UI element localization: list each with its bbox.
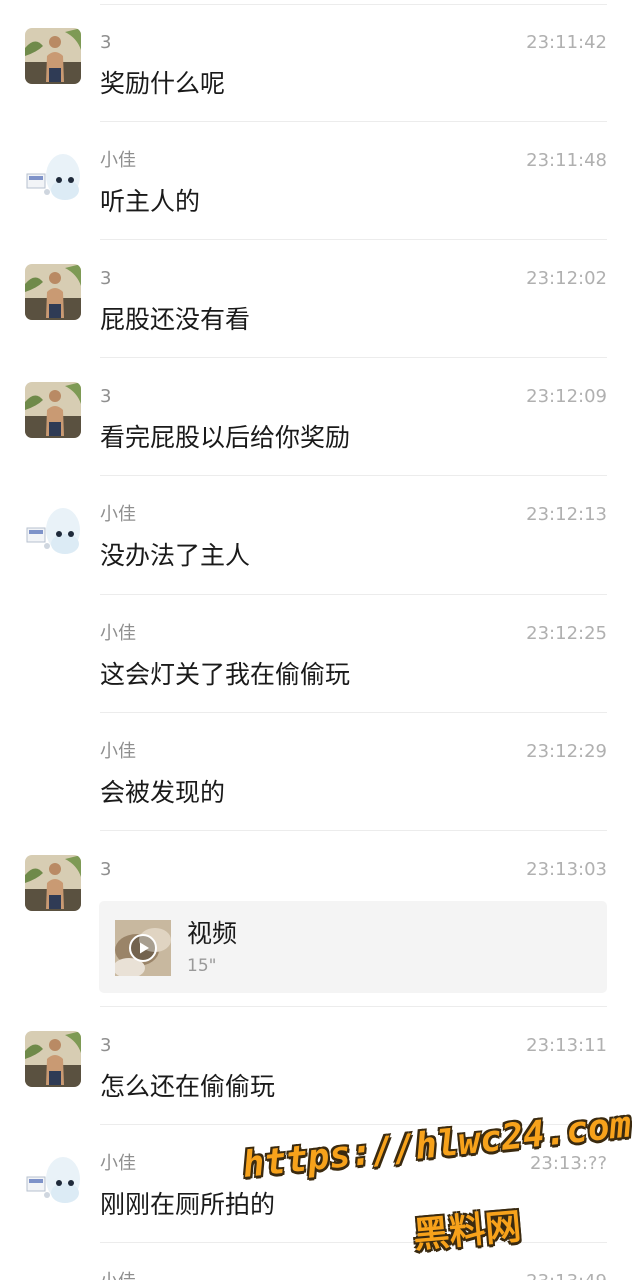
chat-message[interactable]: 3 23:13:03 视频 15"	[0, 831, 632, 1007]
video-message-card[interactable]: 视频 15"	[99, 901, 607, 993]
message-text: 这会灯关了我在偷偷玩	[100, 660, 351, 689]
message-time: 23:13:??	[529, 1153, 607, 1174]
chat-message[interactable]: 3 23:12:02 屁股还没有看	[0, 240, 632, 358]
sender-name: 小佳	[100, 1271, 136, 1280]
chat-message[interactable]: 小佳 23:13:49	[0, 1243, 632, 1280]
video-thumbnail[interactable]	[115, 920, 171, 976]
message-text: 奖励什么呢	[100, 69, 226, 98]
chat-message[interactable]: 小佳 23:12:29 会被发现的	[0, 713, 632, 831]
sender-name: 小佳	[100, 623, 136, 644]
avatar-man[interactable]	[25, 382, 81, 438]
message-time: 23:11:48	[526, 150, 607, 171]
message-time: 23:12:13	[526, 504, 607, 525]
chat-message[interactable]: 小佳 23:12:25 这会灯关了我在偷偷玩	[0, 595, 632, 713]
video-duration: 15"	[187, 956, 217, 976]
play-icon[interactable]	[129, 934, 157, 962]
sender-name: 小佳	[100, 1153, 136, 1174]
sender-name: 3	[100, 1035, 112, 1056]
message-time: 23:13:49	[526, 1271, 607, 1280]
avatar-man[interactable]	[25, 28, 81, 84]
message-text: 屁股还没有看	[100, 305, 251, 334]
avatar-cartoon[interactable]	[25, 146, 81, 202]
message-text: 会被发现的	[100, 778, 226, 807]
avatar-man[interactable]	[25, 1031, 81, 1087]
message-time: 23:13:03	[526, 859, 607, 880]
message-text: 看完屁股以后给你奖励	[100, 423, 351, 452]
avatar-man[interactable]	[25, 264, 81, 320]
video-label: 视频	[187, 919, 238, 948]
chat-history-list[interactable]: 3 23:11:42 奖励什么呢 小佳 23:11:48 听主人的 3 23:1…	[0, 0, 632, 1280]
sender-name: 小佳	[100, 741, 136, 762]
message-text: 没办法了主人	[100, 541, 251, 570]
message-time: 23:12:29	[526, 741, 607, 762]
sender-name: 小佳	[100, 150, 136, 171]
message-time: 23:11:42	[526, 32, 607, 53]
message-time: 23:12:25	[526, 623, 607, 644]
avatar-cartoon[interactable]	[25, 1149, 81, 1205]
chat-message[interactable]: 小佳 23:13:?? 刚刚在厕所拍的	[0, 1125, 632, 1243]
chat-message[interactable]: 3 23:12:09 看完屁股以后给你奖励	[0, 358, 632, 476]
avatar-man[interactable]	[25, 855, 81, 911]
message-time: 23:13:11	[526, 1035, 607, 1056]
chat-message[interactable]: 小佳 23:11:48 听主人的	[0, 122, 632, 240]
sender-name: 3	[100, 386, 112, 407]
avatar-cartoon[interactable]	[25, 500, 81, 556]
chat-message[interactable]: 3 23:11:42 奖励什么呢	[0, 4, 632, 122]
message-text: 刚刚在厕所拍的	[100, 1190, 276, 1219]
sender-name: 3	[100, 32, 112, 53]
chat-message[interactable]: 小佳 23:12:13 没办法了主人	[0, 476, 632, 595]
message-time: 23:12:09	[526, 386, 607, 407]
message-time: 23:12:02	[526, 268, 607, 289]
message-text: 怎么还在偷偷玩	[100, 1072, 276, 1101]
chat-message[interactable]: 3 23:13:11 怎么还在偷偷玩	[0, 1007, 632, 1125]
message-text: 听主人的	[100, 187, 201, 216]
sender-name: 3	[100, 859, 112, 880]
sender-name: 小佳	[100, 504, 136, 525]
sender-name: 3	[100, 268, 112, 289]
